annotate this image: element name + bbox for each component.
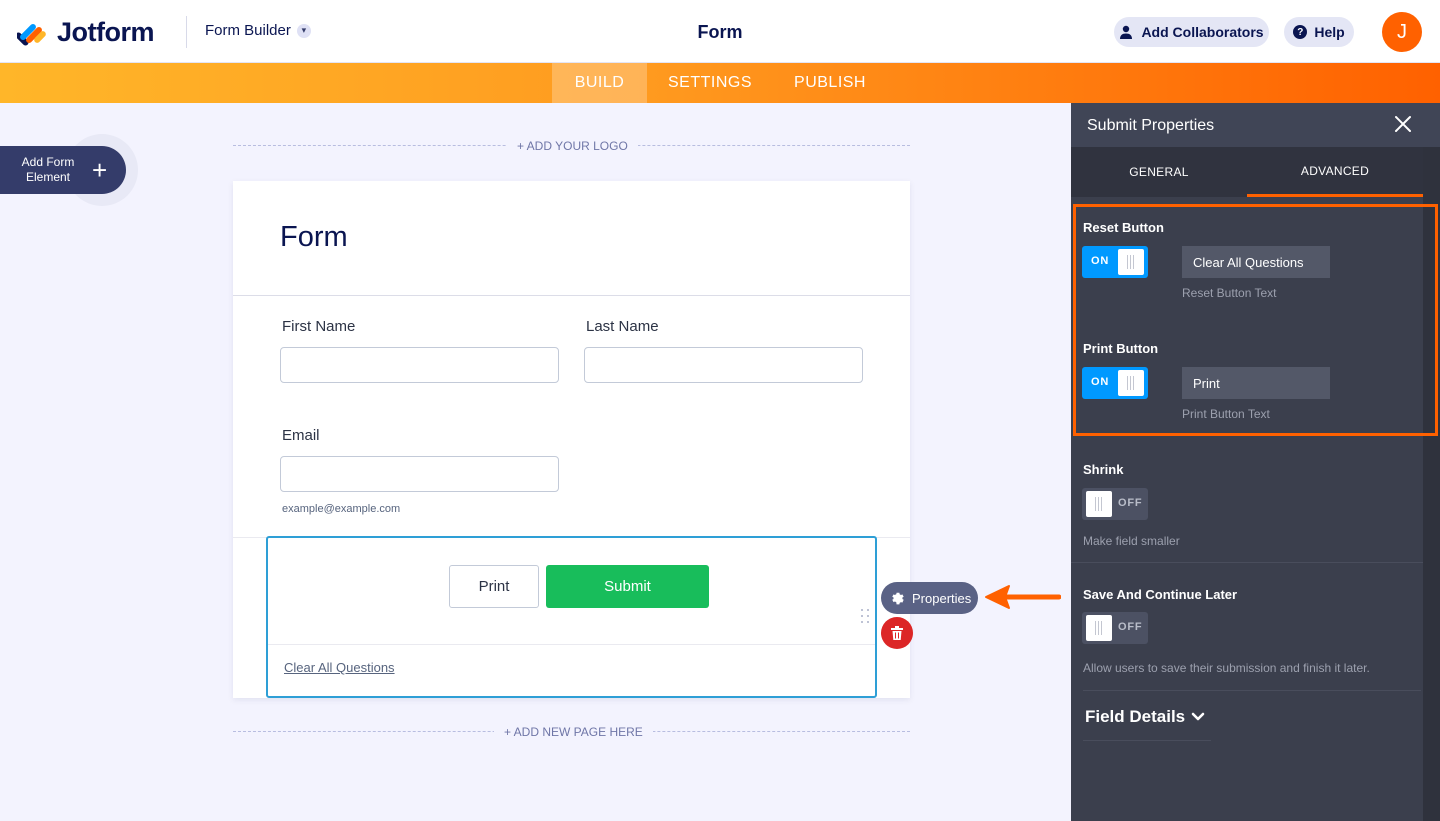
jotform-logo-icon [17,23,46,46]
form-builder-menu[interactable]: Form Builder ▾ [205,22,311,39]
print-button-title: Print Button [1083,341,1159,356]
last-name-input[interactable] [584,347,863,383]
print-button[interactable]: Print [449,565,539,608]
drag-handle-icon[interactable] [861,609,871,625]
tab-settings[interactable]: SETTINGS [655,63,765,103]
close-icon[interactable] [1394,115,1412,133]
panel-header: Submit Properties [1071,103,1440,147]
save-continue-hint: Allow users to save their submission and… [1083,661,1370,675]
form-builder-label: Form Builder [205,22,291,39]
tab-publish[interactable]: PUBLISH [780,63,880,103]
shrink-toggle[interactable]: OFF [1082,488,1148,520]
panel-tabs: GENERAL ADVANCED [1071,147,1423,197]
add-new-page-link[interactable]: + ADD NEW PAGE HERE [494,725,653,739]
print-button-toggle[interactable]: ON [1082,367,1148,399]
email-sublabel: example@example.com [282,503,401,515]
form-heading[interactable]: Form [280,221,348,254]
add-collaborators-label: Add Collaborators [1141,24,1264,40]
toggle-state-label: OFF [1118,621,1143,633]
submit-field-selected[interactable]: Print Submit Clear All Questions [266,536,877,698]
toggle-knob [1118,249,1144,275]
add-form-element-label: Add Form Element [21,155,75,184]
field-details-toggle[interactable]: Field Details [1085,707,1205,727]
print-button-text-input[interactable]: Print [1182,367,1330,399]
header-divider [186,16,187,48]
highlight-box [1073,204,1438,436]
panel-title: Submit Properties [1087,117,1215,134]
pointer-arrow-icon [985,585,1061,609]
field-details-underline [1083,740,1211,741]
tab-build[interactable]: BUILD [552,63,647,103]
delete-field-button[interactable] [881,617,913,649]
plus-icon: + [92,155,108,185]
clear-all-questions-link[interactable]: Clear All Questions [284,660,395,675]
print-button-hint: Print Button Text [1182,407,1270,421]
chevron-down-icon [1191,712,1205,721]
toggle-knob [1118,370,1144,396]
reset-button-title: Reset Button [1083,220,1164,235]
add-collaborators-button[interactable]: Add Collaborators [1114,17,1269,47]
top-header: Jotform Form Builder ▾ Form Add Collabor… [0,0,1440,63]
builder-nav: BUILD SETTINGS PUBLISH [0,63,1440,103]
heading-divider [233,295,910,296]
trash-icon [891,626,903,640]
first-name-input[interactable] [280,347,559,383]
question-icon: ? [1293,25,1308,39]
gear-icon [892,592,904,604]
avatar[interactable]: J [1382,12,1422,52]
user-icon [1120,25,1133,39]
tab-advanced[interactable]: ADVANCED [1247,147,1423,197]
shrink-hint: Make field smaller [1083,534,1180,548]
add-logo-link[interactable]: + ADD YOUR LOGO [507,139,638,153]
toggle-knob [1086,491,1112,517]
email-label: Email [282,427,320,444]
last-name-label: Last Name [586,318,659,335]
section-divider [1083,690,1421,691]
add-form-element-button[interactable]: Add Form Element + [0,146,126,194]
save-continue-toggle[interactable]: OFF [1082,612,1148,644]
reset-button-text-input[interactable]: Clear All Questions [1182,246,1330,278]
reset-button-hint: Reset Button Text [1182,286,1277,300]
properties-label: Properties [912,590,972,606]
submit-divider [268,644,875,645]
save-continue-title: Save And Continue Later [1083,587,1238,602]
help-label: Help [1314,24,1345,40]
toggle-state-label: ON [1091,376,1110,388]
email-input[interactable] [280,456,559,492]
toggle-knob [1086,615,1112,641]
properties-button[interactable]: Properties [881,582,978,614]
toggle-state-label: ON [1091,255,1110,267]
shrink-title: Shrink [1083,462,1124,477]
submit-button[interactable]: Submit [546,565,709,608]
brand-name: Jotform [57,17,155,47]
section-divider [1071,562,1423,563]
reset-button-toggle[interactable]: ON [1082,246,1148,278]
tab-general[interactable]: GENERAL [1071,147,1247,197]
chevron-down-icon: ▾ [296,23,311,38]
toggle-state-label: OFF [1118,497,1143,509]
help-button[interactable]: ? Help [1284,17,1354,47]
jotform-logo[interactable]: Jotform [17,17,155,48]
field-details-label: Field Details [1085,707,1186,726]
first-name-label: First Name [282,318,356,335]
